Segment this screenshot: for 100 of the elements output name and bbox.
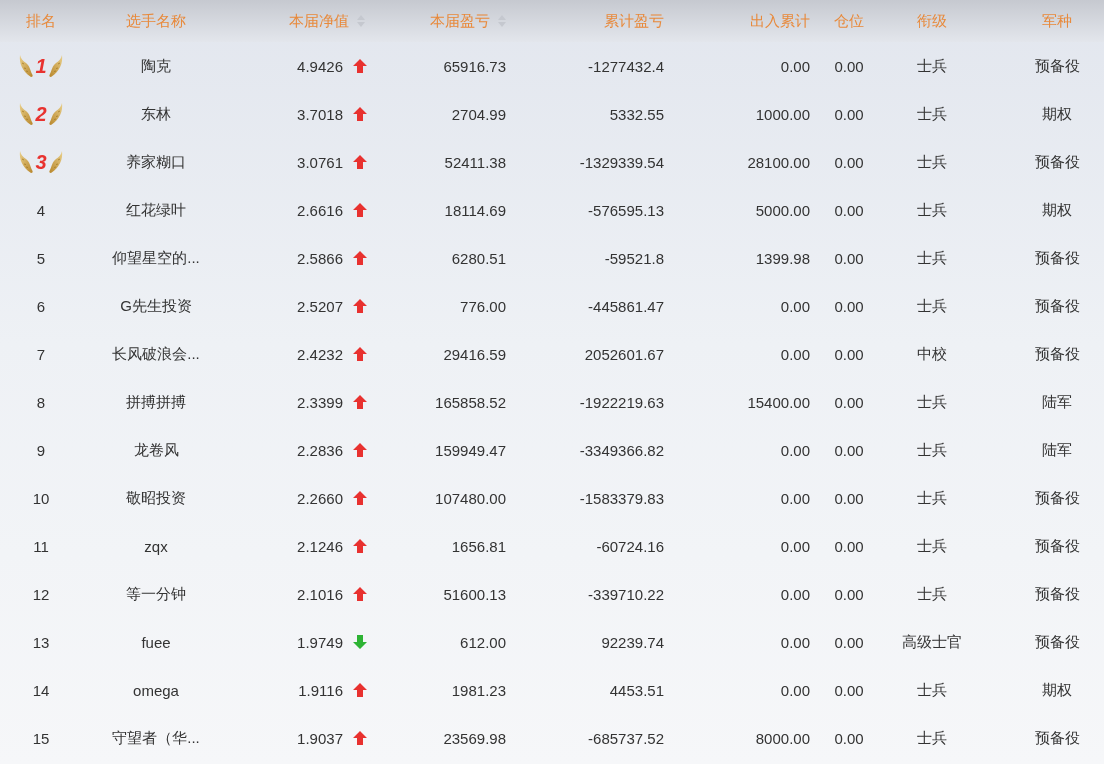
rank-number: 4	[36, 201, 46, 219]
in-out-total: 0.00	[780, 441, 810, 459]
period-profit: 18114.69	[444, 201, 506, 219]
net-value: 2.5207	[297, 297, 343, 315]
net-value: 3.7018	[297, 105, 343, 123]
period-profit: 1656.81	[451, 537, 506, 555]
position-value: 0.00	[834, 249, 864, 267]
rank-number: 7	[36, 345, 46, 363]
branch-text: 预备役	[1034, 344, 1080, 364]
position-value: 0.00	[834, 537, 864, 555]
branch-text: 陆军	[1042, 440, 1072, 460]
total-profit: -1583379.83	[579, 489, 664, 507]
rank-number: 12	[32, 585, 50, 603]
player-name: 养家糊口	[126, 152, 186, 172]
net-value: 4.9426	[297, 57, 343, 75]
period-profit: 29416.59	[443, 345, 506, 363]
player-name: G先生投资	[120, 296, 192, 316]
in-out-total: 0.00	[780, 633, 810, 651]
rank-number: 14	[32, 681, 50, 699]
net-value: 1.9037	[297, 729, 343, 747]
net-value: 1.9749	[297, 633, 343, 651]
position-value: 0.00	[834, 297, 864, 315]
position-value: 0.00	[834, 57, 864, 75]
in-out-total: 0.00	[780, 537, 810, 555]
total-profit: -445861.47	[588, 297, 664, 315]
wing-icon	[49, 150, 63, 174]
period-profit: 2704.99	[451, 105, 506, 123]
in-out-total: 28100.00	[747, 153, 810, 171]
player-name: 陶克	[141, 56, 171, 76]
total-profit: -60724.16	[596, 537, 664, 555]
grade-text: 士兵	[916, 248, 947, 268]
period-profit: 52411.38	[444, 153, 506, 171]
total-profit: -59521.8	[604, 249, 664, 267]
branch-text: 预备役	[1034, 56, 1080, 76]
period-profit: 65916.73	[443, 57, 506, 75]
net-value: 2.5866	[297, 249, 343, 267]
in-out-total: 0.00	[780, 345, 810, 363]
branch-text: 期权	[1042, 200, 1072, 220]
player-name: 仰望星空的...	[112, 248, 200, 268]
net-value: 2.2660	[297, 489, 343, 507]
column-header: 出入累计	[750, 11, 810, 31]
net-value: 2.6616	[297, 201, 343, 219]
player-name: 敬昭投资	[126, 488, 186, 508]
rank-number: 10	[32, 489, 50, 507]
grade-text: 中校	[916, 344, 947, 364]
in-out-total: 1000.00	[755, 105, 810, 123]
rank-number: 8	[36, 393, 46, 411]
branch-text: 期权	[1042, 680, 1072, 700]
branch-text: 期权	[1042, 104, 1072, 124]
period-profit: 51600.13	[443, 585, 506, 603]
total-profit: 4453.51	[609, 681, 664, 699]
rank-number: 5	[36, 249, 46, 267]
wing-icon	[49, 102, 63, 126]
branch-text: 预备役	[1034, 536, 1080, 556]
player-name: 红花绿叶	[126, 200, 186, 220]
branch-text: 预备役	[1034, 296, 1080, 316]
in-out-total: 15400.00	[747, 393, 810, 411]
column-header: 排名	[26, 11, 56, 31]
period-profit: 159949.47	[435, 441, 506, 459]
grade-text: 士兵	[916, 152, 947, 172]
rank-number: 13	[32, 633, 50, 651]
net-value: 3.0761	[297, 153, 343, 171]
total-profit: -685737.52	[588, 729, 664, 747]
position-value: 0.00	[834, 105, 864, 123]
net-value: 2.1016	[297, 585, 343, 603]
grade-text: 士兵	[916, 584, 947, 604]
grade-text: 士兵	[916, 680, 947, 700]
total-profit: -339710.22	[588, 585, 664, 603]
total-profit: 92239.74	[601, 633, 664, 651]
rank-number: 9	[36, 441, 46, 459]
position-value: 0.00	[834, 201, 864, 219]
in-out-total: 1399.98	[755, 249, 810, 267]
column-header[interactable]: 本届盈亏	[430, 11, 490, 31]
position-value: 0.00	[834, 681, 864, 699]
player-name: 拼搏拼搏	[126, 392, 186, 412]
position-value: 0.00	[834, 729, 864, 747]
grade-text: 士兵	[916, 440, 947, 460]
position-value: 0.00	[834, 489, 864, 507]
net-value: 2.2836	[297, 441, 343, 459]
column-header[interactable]: 本届净值	[289, 11, 349, 31]
period-profit: 1981.23	[451, 681, 506, 699]
column-header: 选手名称	[126, 11, 186, 31]
rank-number: 3	[34, 150, 48, 174]
column-header: 军种	[1042, 11, 1072, 31]
branch-text: 预备役	[1034, 488, 1080, 508]
player-name: 龙卷风	[133, 440, 179, 460]
branch-text: 预备役	[1034, 152, 1080, 172]
in-out-total: 0.00	[780, 297, 810, 315]
period-profit: 6280.51	[451, 249, 506, 267]
in-out-total: 5000.00	[755, 201, 810, 219]
branch-text: 预备役	[1034, 248, 1080, 268]
period-profit: 107480.00	[435, 489, 506, 507]
position-value: 0.00	[834, 441, 864, 459]
total-profit: -3349366.82	[579, 441, 664, 459]
net-value: 2.4232	[297, 345, 343, 363]
period-profit: 165858.52	[435, 393, 506, 411]
total-profit: 5332.55	[609, 105, 664, 123]
rank-number: 2	[34, 102, 48, 126]
total-profit: -1922219.63	[579, 393, 664, 411]
net-value: 2.3399	[297, 393, 343, 411]
